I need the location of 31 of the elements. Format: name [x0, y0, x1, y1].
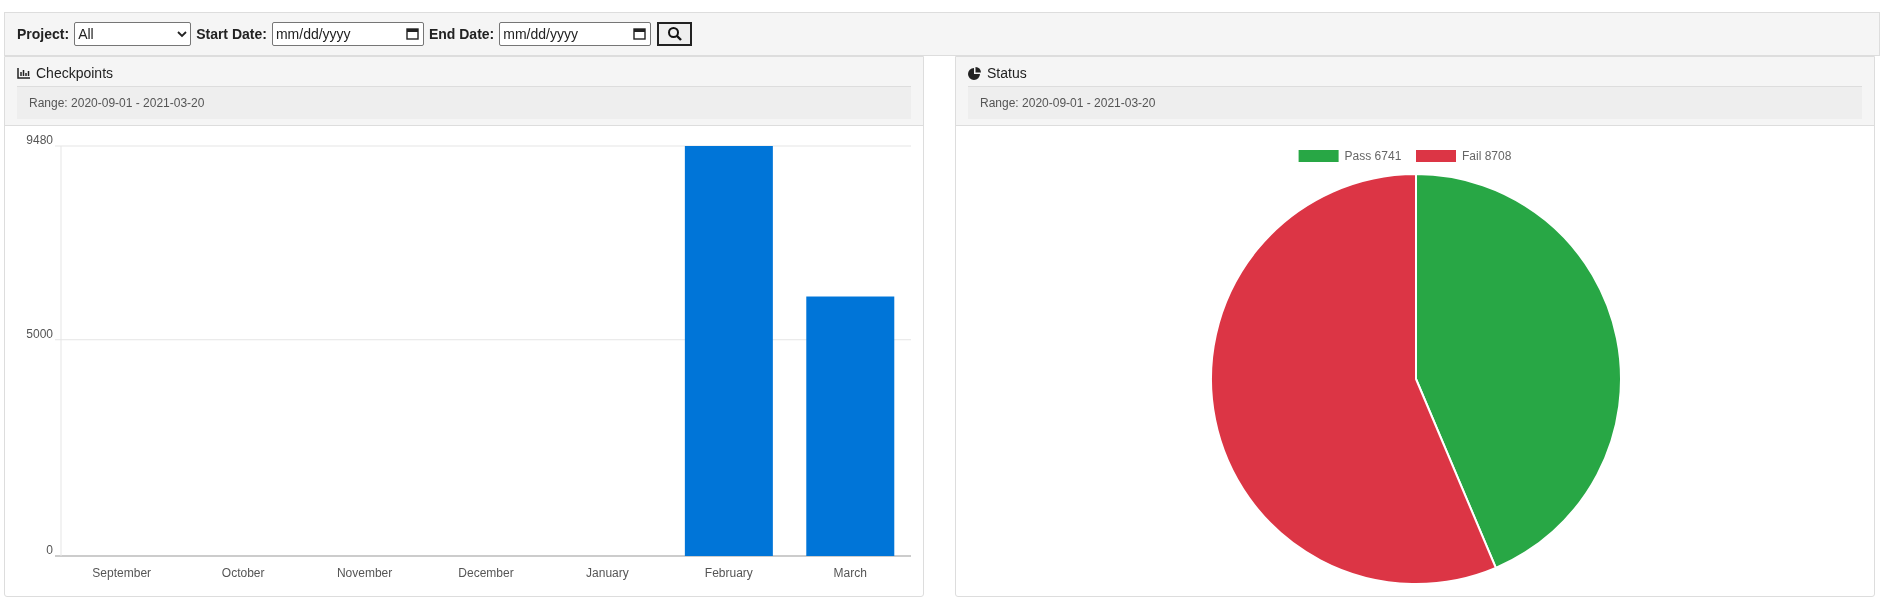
search-button[interactable]: [657, 22, 693, 46]
legend-item: Fail 8708: [1416, 149, 1512, 163]
legend-label: Pass 6741: [1344, 149, 1402, 163]
axis-tick-label: 5000: [26, 326, 53, 341]
axis-category-label: October: [221, 566, 265, 580]
axis-tick-label: 0: [46, 543, 53, 557]
field-label: Start Date:: [196, 24, 267, 44]
date-field[interactable]: mm/dd/yyyy: [499, 22, 652, 46]
axis-category-label: January: [586, 566, 629, 580]
calendar-icon: [633, 27, 647, 40]
bar-chart-icon: [17, 67, 30, 79]
legend-item: Pass 6741: [1298, 149, 1402, 163]
axis-tick-label: 9480: [26, 133, 53, 147]
axis-category-label: December: [458, 566, 514, 580]
field-label: End Date:: [428, 24, 495, 44]
date-range-bar: Range: 2020-09-01 - 2021-03-20: [968, 86, 1862, 119]
date-field[interactable]: mm/dd/yyyy: [271, 22, 424, 46]
axis-category-label: March: [833, 566, 867, 580]
field-label: Project:: [17, 24, 70, 44]
axis-category-label: February: [704, 566, 753, 580]
calendar-icon: [405, 27, 419, 40]
panel-title: Status: [987, 63, 1027, 83]
legend-label: Fail 8708: [1462, 149, 1512, 163]
axis-category-label: September: [92, 566, 152, 580]
chevron-down-icon: [177, 30, 188, 38]
search-icon: [666, 26, 683, 42]
panel-title: Checkpoints: [36, 63, 114, 83]
pie-chart-icon: [968, 66, 981, 80]
axis-category-label: November: [336, 566, 393, 580]
project-dropdown[interactable]: All: [74, 22, 192, 46]
date-range-bar: Range: 2020-09-01 - 2021-03-20: [17, 86, 911, 119]
